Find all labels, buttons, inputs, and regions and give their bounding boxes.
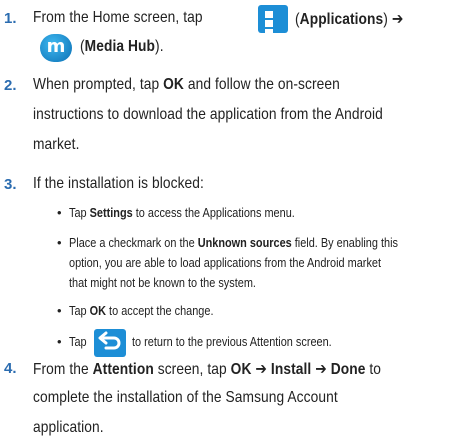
- bullet-dot: •: [57, 334, 62, 349]
- sub-bullet-4-text: to return to the previous Attention scre…: [132, 334, 332, 349]
- bullet-dot: •: [57, 205, 62, 220]
- sub-bullet-2-line-1: Place a checkmark on the Unknown sources…: [69, 235, 398, 250]
- step-4-number: 4.: [4, 360, 17, 377]
- sub-bullet-2-line-3: that might not be known to the system.: [69, 275, 256, 290]
- step-1-media-hub-label: (Media Hub).: [80, 38, 164, 55]
- media-hub-icon: m: [40, 34, 72, 62]
- back-arrow-icon: [94, 329, 126, 357]
- step-1-number: 1.: [4, 10, 17, 27]
- instructions-page: 1. From the Home screen, tap (Applicatio…: [0, 0, 473, 446]
- step-2-line-3: market.: [33, 136, 80, 153]
- step-4-line-3: application.: [33, 419, 104, 436]
- sub-bullet-1: Tap Settings to access the Applications …: [69, 205, 295, 220]
- step-1-applications-label: (Applications) ➔: [295, 11, 404, 28]
- sub-bullet-2-line-2: option, you are able to load application…: [69, 255, 382, 270]
- bullet-dot: •: [57, 235, 62, 250]
- step-4-line-2: complete the installation of the Samsung…: [33, 389, 338, 406]
- step-3-line-1: If the installation is blocked:: [33, 175, 204, 192]
- step-2-number: 2.: [4, 77, 17, 94]
- bullet-dot: •: [57, 303, 62, 318]
- step-2-line-1: When prompted, tap OK and follow the on-…: [33, 76, 340, 93]
- sub-bullet-4-prefix: Tap: [69, 334, 87, 349]
- applications-grid-icon: [258, 5, 288, 45]
- step-1-line-1: From the Home screen, tap: [33, 9, 203, 26]
- step-2-line-2: instructions to download the application…: [33, 106, 383, 123]
- step-3-number: 3.: [4, 176, 17, 193]
- back-arrow-glyph: [98, 331, 121, 350]
- step-4-line-1: From the Attention screen, tap OK ➔ Inst…: [33, 361, 382, 378]
- sub-bullet-3: Tap OK to accept the change.: [69, 303, 214, 318]
